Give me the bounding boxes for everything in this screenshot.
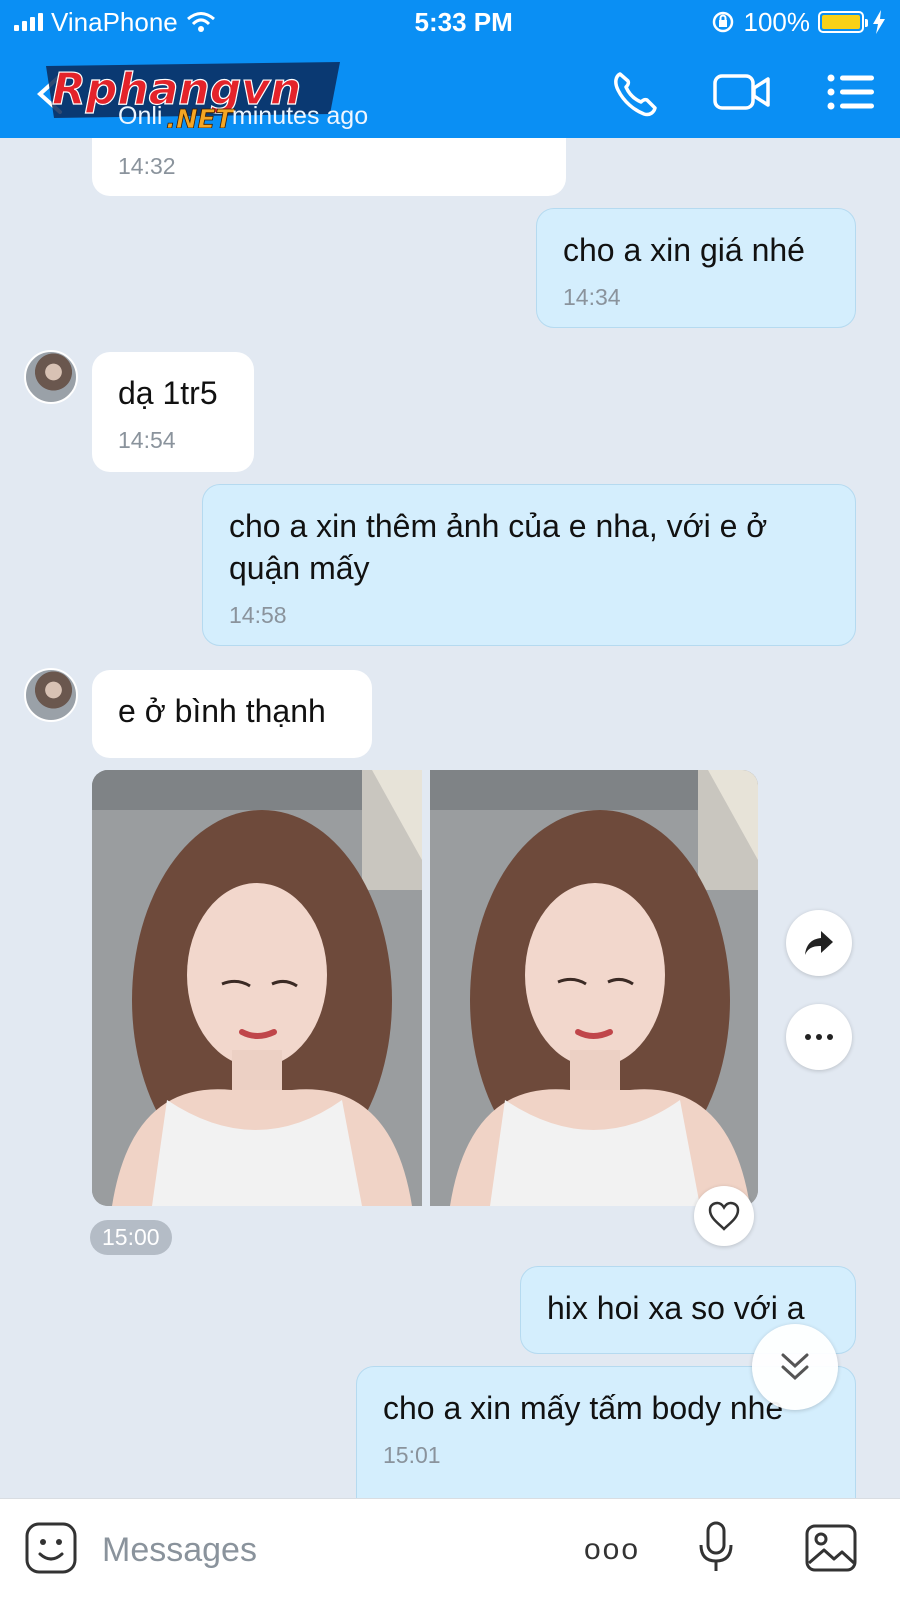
scroll-down-icon (781, 1353, 809, 1381)
message-text: cho a xin thêm ảnh của e nha, với e ở qu… (229, 508, 768, 586)
status-right: 100% (711, 7, 886, 38)
message-bubble-incoming[interactable]: dạ 1tr5 14:54 (92, 352, 254, 472)
photo-attachment-2[interactable] (430, 770, 758, 1206)
photo-time: 15:00 (90, 1220, 172, 1255)
battery-percent: 100% (743, 6, 810, 37)
contact-avatar[interactable] (24, 350, 78, 404)
charging-icon (872, 10, 885, 34)
message-time: 15:01 (383, 1442, 441, 1468)
status-left: VinaPhone (14, 7, 216, 38)
menu-icon[interactable] (826, 72, 876, 112)
contact-avatar[interactable] (24, 668, 78, 722)
wifi-icon (186, 12, 215, 32)
signal-icon (14, 13, 43, 31)
message-text: cho a xin giá nhé (563, 232, 805, 268)
status-time: 5:33 PM (414, 6, 513, 37)
message-time: 14:32 (118, 153, 176, 179)
message-time: 14:34 (563, 284, 621, 310)
image-icon[interactable] (804, 1523, 858, 1573)
more-icon (805, 1034, 833, 1040)
message-bubble-outgoing[interactable]: cho a xin thêm ảnh của e nha, với e ở qu… (202, 484, 856, 646)
message-bubble-incoming[interactable]: 14:32 (92, 138, 566, 196)
message-time: 14:58 (229, 602, 287, 628)
video-icon[interactable] (712, 70, 772, 114)
photo-attachment-1[interactable] (92, 770, 422, 1206)
react-heart-button[interactable] (694, 1186, 754, 1246)
more-options-button[interactable] (786, 1004, 852, 1070)
app-header: VinaPhone 5:33 PM 100% Rphangvn .NET Onl… (0, 0, 900, 138)
message-list[interactable]: 14:32 cho a xin giá nhé 14:34 dạ 1tr5 14… (0, 138, 900, 1498)
mic-icon[interactable] (698, 1521, 734, 1575)
message-text: e ở bình thạnh (118, 693, 326, 729)
status-bar: VinaPhone 5:33 PM 100% (0, 0, 900, 44)
chat-screen: VinaPhone 5:33 PM 100% Rphangvn .NET Onl… (0, 0, 900, 1600)
lock-rotation-icon (713, 11, 734, 33)
message-composer: Messages ooo (0, 1498, 900, 1600)
message-bubble-outgoing[interactable]: cho a xin giá nhé 14:34 (536, 208, 856, 328)
message-time: 14:54 (118, 427, 176, 453)
message-text: hix hoi xa so với a (547, 1290, 805, 1326)
more-actions-button[interactable]: ooo (584, 1533, 640, 1567)
carrier-name: VinaPhone (51, 6, 178, 37)
nav-row: Rphangvn .NET Onli minutes ago (0, 50, 900, 138)
scroll-to-bottom-button[interactable] (752, 1324, 838, 1410)
heart-icon (708, 1201, 740, 1231)
message-text: dạ 1tr5 (118, 375, 218, 411)
message-text: cho a xin mấy tấm body nhe (383, 1390, 784, 1426)
sticker-icon[interactable] (24, 1521, 78, 1575)
message-input[interactable]: Messages (102, 1531, 257, 1570)
forward-icon (805, 931, 833, 955)
battery-icon (817, 11, 868, 33)
presence-status: Onli minutes ago (118, 102, 369, 130)
message-bubble-incoming[interactable]: e ở bình thạnh (92, 670, 372, 758)
phone-icon[interactable] (610, 68, 660, 118)
forward-button[interactable] (786, 910, 852, 976)
